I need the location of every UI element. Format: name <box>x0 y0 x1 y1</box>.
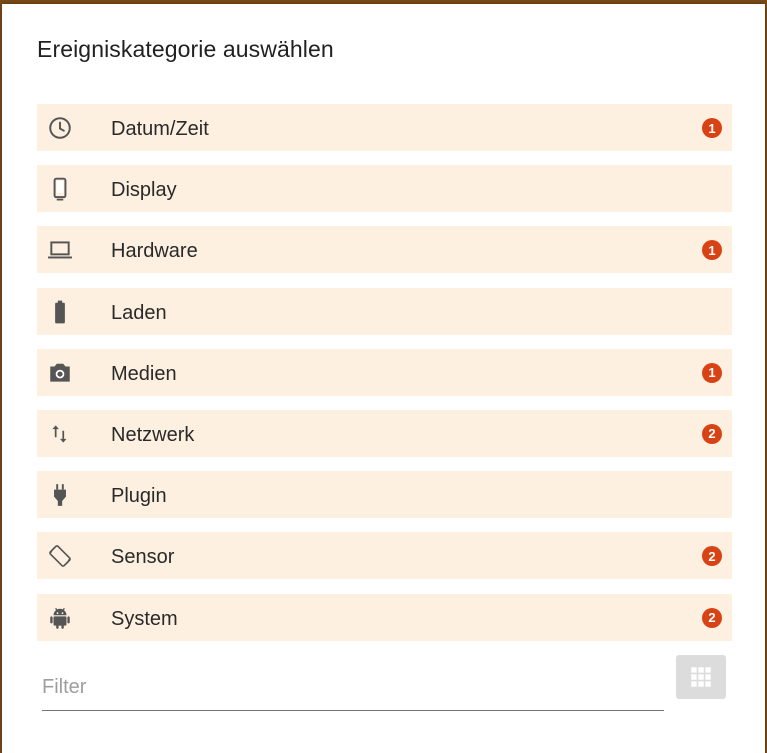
grid-view-button[interactable] <box>676 655 726 699</box>
category-item-datum-zeit[interactable]: Datum/Zeit 1 <box>37 104 732 151</box>
dialog-title: Ereigniskategorie auswählen <box>37 36 334 62</box>
category-label: System <box>111 607 178 630</box>
category-label: Plugin <box>111 485 167 508</box>
category-label: Sensor <box>111 546 175 569</box>
category-label: Medien <box>111 362 177 385</box>
battery-icon <box>47 299 73 325</box>
select-category-dialog: Ereigniskategorie auswählen Datum/Zeit 1… <box>2 4 765 753</box>
count-badge: 1 <box>702 118 722 138</box>
count-badge: 1 <box>702 240 722 261</box>
category-label: Laden <box>111 301 167 324</box>
category-label: Datum/Zeit <box>111 118 209 140</box>
category-item-laden[interactable]: Laden <box>37 287 732 335</box>
plug-icon <box>47 482 73 508</box>
clock-icon <box>47 115 73 141</box>
category-item-plugin[interactable]: Plugin <box>37 471 732 519</box>
swap-vert-icon <box>47 421 73 447</box>
grid-icon <box>691 667 711 687</box>
category-label: Display <box>111 179 177 202</box>
category-item-hardware[interactable]: Hardware 1 <box>37 226 732 274</box>
category-label: Hardware <box>111 240 198 263</box>
category-label: Netzwerk <box>111 423 195 446</box>
laptop-icon <box>47 237 73 263</box>
filter-input[interactable] <box>42 668 664 711</box>
category-item-display[interactable]: Display <box>37 165 732 213</box>
category-item-sensor[interactable]: Sensor 2 <box>37 532 732 580</box>
category-item-netzwerk[interactable]: Netzwerk 2 <box>37 409 732 457</box>
count-badge: 2 <box>702 423 722 444</box>
screen-rotation-icon <box>47 543 73 569</box>
phone-icon <box>47 176 73 202</box>
count-badge: 2 <box>702 546 722 567</box>
category-list: Datum/Zeit 1 Display Hardware 1 Laden Me… <box>37 104 732 655</box>
android-icon <box>47 605 73 631</box>
category-item-medien[interactable]: Medien 1 <box>37 348 732 396</box>
category-item-system[interactable]: System 2 <box>37 593 732 641</box>
count-badge: 1 <box>702 362 722 383</box>
camera-icon <box>47 360 73 386</box>
count-badge: 2 <box>702 607 722 628</box>
